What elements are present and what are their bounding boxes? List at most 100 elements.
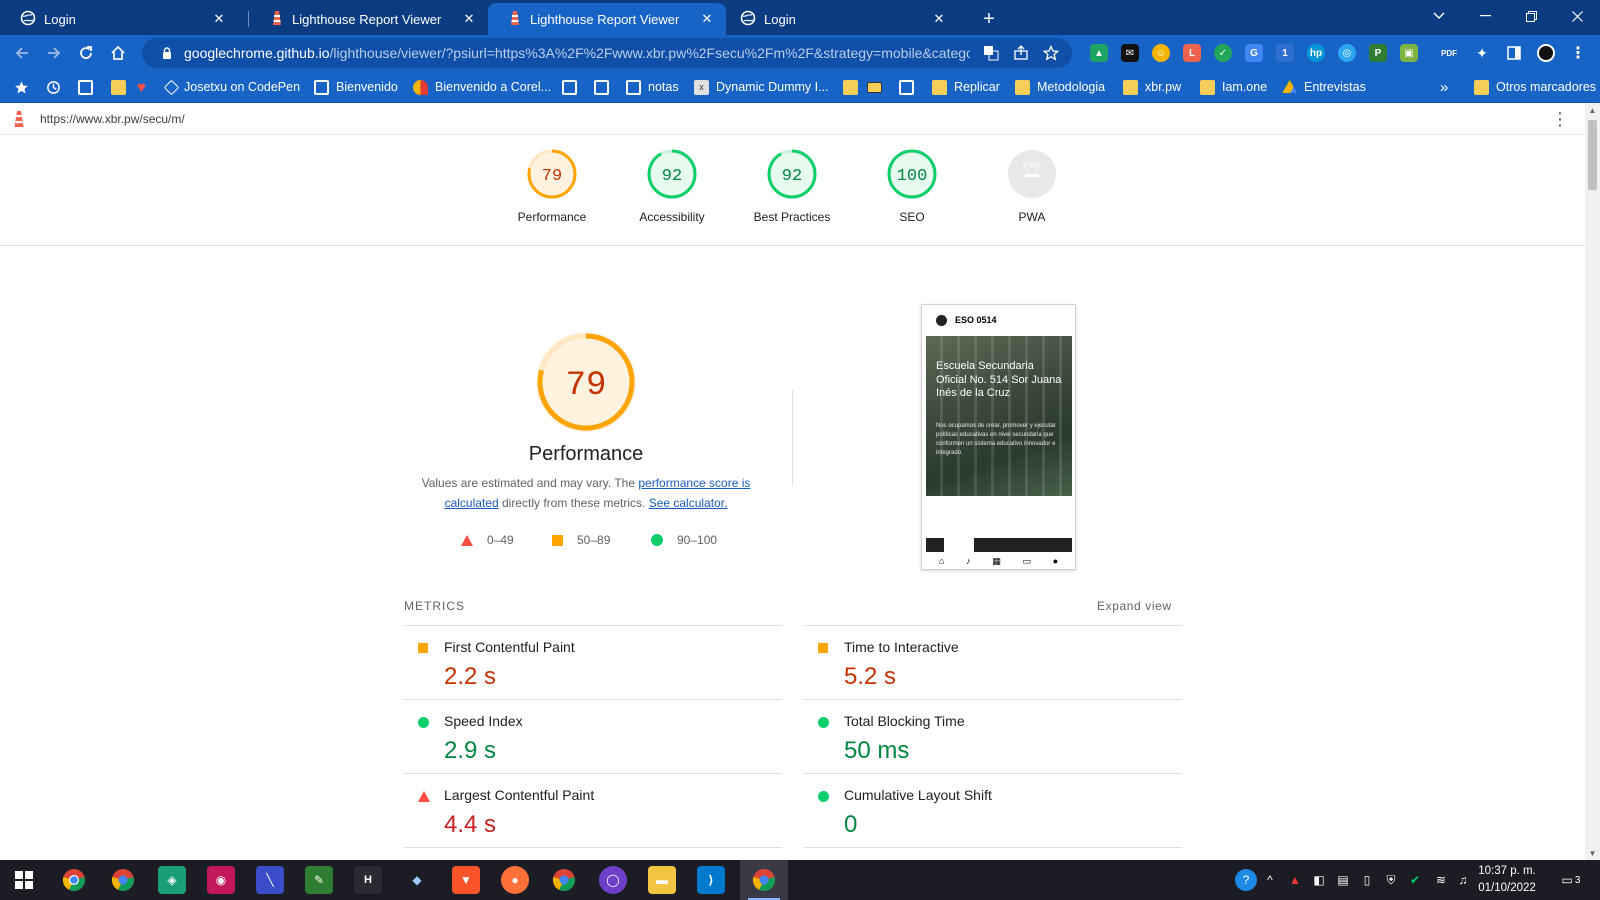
chrome-profile-app-icon[interactable] [109,866,137,894]
browser-tab-active[interactable]: Lighthouse Report Viewer ✕ [488,3,726,35]
side-panel-icon[interactable] [1505,44,1523,62]
counter-extension-icon[interactable]: 1 [1276,44,1294,62]
bookmark-folder-icon[interactable] [843,77,865,97]
app-icon[interactable]: ◈ [158,866,186,894]
gauge-seo[interactable]: 100 SEO [857,148,967,224]
bookmark-xbr[interactable]: xbr.pw [1123,77,1181,97]
report-url[interactable]: https://www.xbr.pw/secu/m/ [40,112,185,126]
app-icon[interactable]: ◆ [403,866,431,894]
bookmark-metodologia[interactable]: Metodologia [1015,77,1105,97]
scrollbar-thumb[interactable] [1588,120,1597,190]
notification-center-icon[interactable]: ▭ 3 [1558,871,1584,889]
new-tab-button[interactable]: + [976,6,1002,32]
gauge-performance[interactable]: 79 Performance [497,148,607,224]
final-screenshot[interactable]: ESO 0514 Escuela Secundaria Oficial No. … [921,304,1076,570]
translate-extension-icon[interactable]: G [1245,44,1263,62]
address-bar[interactable]: googlechrome.github.io /lighthouse/viewe… [142,38,1072,68]
see-calculator-link[interactable]: See calculator. [649,496,728,510]
app-icon[interactable]: ✎ [305,866,333,894]
gauge-pwa[interactable]: PWA PWA [977,148,1087,224]
expand-view-toggle[interactable]: Expand view [1097,599,1172,613]
tray-app-icon[interactable]: ▤ [1334,871,1352,889]
close-tab-icon[interactable]: ✕ [210,10,228,28]
minimize-icon[interactable] [1462,0,1508,32]
brave-app-icon[interactable]: ▼ [452,866,480,894]
gauge-accessibility[interactable]: 92 Accessibility [617,148,727,224]
translate-icon[interactable] [980,42,1002,64]
star-icon[interactable] [14,77,29,97]
bookmark-folder-icon[interactable] [111,77,133,97]
more-bookmarks-chevron[interactable]: » [1440,77,1448,97]
app-icon[interactable]: ◉ [207,866,235,894]
vscode-app-icon[interactable]: ⟩ [697,866,725,894]
app-icon[interactable]: H [354,866,382,894]
reload-icon[interactable] [72,39,100,67]
system-clock[interactable]: 10:37 p. m. 01/10/2022 [1467,863,1547,897]
scroll-down-arrow[interactable]: ▼ [1585,846,1600,860]
browser-tab[interactable]: Login ✕ [0,3,238,35]
page-scrollbar[interactable]: ▲ ▼ [1585,103,1600,860]
history-icon[interactable] [46,77,61,97]
report-menu-icon[interactable]: ⋮ [1550,109,1570,129]
firefox-app-icon[interactable]: ● [501,866,529,894]
app-icon[interactable]: ╲ [256,866,284,894]
cookie-extension-icon[interactable]: ☺ [1152,44,1170,62]
tray-app-icon[interactable]: ◧ [1310,871,1328,889]
bookmark-globe-icon[interactable] [899,77,921,97]
bookmark-globe-icon[interactable] [562,77,584,97]
drive-extension-icon[interactable]: ▲ [1090,44,1108,62]
hp-extension-icon[interactable]: hp [1307,44,1325,62]
scroll-up-arrow[interactable]: ▲ [1585,103,1600,117]
chrome-dev-app-icon[interactable] [550,866,578,894]
shield-tray-icon[interactable]: ✔ [1406,871,1424,889]
close-tab-icon[interactable]: ✕ [698,10,716,28]
bookmark-iamone[interactable]: Iam.one [1200,77,1267,97]
back-icon[interactable] [8,39,36,67]
shield-extension-icon[interactable]: ✓ [1214,44,1232,62]
bookmark-star-icon[interactable] [1040,42,1062,64]
lock-icon[interactable] [156,42,178,64]
browser-tab[interactable]: Login ✕ [720,3,958,35]
bookmark-globe-icon[interactable] [78,77,100,97]
puzzle-badge-extension-icon[interactable]: P [1369,44,1387,62]
restore-icon[interactable] [1508,0,1554,32]
bookmark-globe-icon[interactable] [594,77,616,97]
security-tray-icon[interactable]: ⛨ [1382,871,1400,889]
bookmark-dynamic-dummy[interactable]: x Dynamic Dummy I... [694,77,829,97]
tray-app-icon[interactable]: ▯ [1358,871,1376,889]
tab-search-icon[interactable] [1416,0,1462,32]
image-extension-icon[interactable]: ▣ [1400,44,1418,62]
file-explorer-icon[interactable]: ▬ [648,866,676,894]
forward-icon[interactable] [40,39,68,67]
bookmark-other[interactable]: Otros marcadores [1474,77,1596,97]
chrome-menu-icon[interactable]: ⋮ [1569,44,1587,62]
bookmark-bienvenido[interactable]: Bienvenido [314,77,398,97]
windows-start-icon[interactable] [10,866,38,894]
bookmark-corel[interactable]: Bienvenido a Corel... [413,77,551,97]
help-icon[interactable]: ? [1235,869,1257,891]
bookmark-notas[interactable]: notas [626,77,679,97]
bookmark-entrevistas[interactable]: Entrevistas [1282,77,1366,97]
close-tab-icon[interactable]: ✕ [930,10,948,28]
tray-app-icon[interactable]: ▲ [1286,871,1304,889]
mail-extension-icon[interactable]: ✉ [1121,44,1139,62]
github-app-icon[interactable]: ◯ [599,866,627,894]
browser-tab[interactable]: Lighthouse Report Viewer ✕ [250,3,488,35]
bookmark-codepen[interactable]: Josetxu on CodePen [163,77,300,97]
chrome-active-app-icon[interactable] [750,866,778,894]
chrome-app-icon[interactable] [60,866,88,894]
lighthouse-extension-icon[interactable]: L [1183,44,1201,62]
extensions-puzzle-icon[interactable]: ✦ [1473,44,1491,62]
bookmark-replicar[interactable]: Replicar [932,77,1000,97]
close-tab-icon[interactable]: ✕ [460,10,478,28]
close-window-icon[interactable] [1554,0,1600,32]
home-icon[interactable] [104,39,132,67]
tray-chevron-icon[interactable]: ^ [1262,871,1278,889]
heart-icon[interactable]: ♥ [134,77,156,97]
pdf-extension-icon[interactable]: PDF [1440,44,1458,62]
refresh-extension-icon[interactable]: ◎ [1338,44,1356,62]
gauge-best-practices[interactable]: 92 Best Practices [737,148,847,224]
briefcase-icon[interactable] [867,77,889,97]
profile-avatar[interactable] [1537,44,1555,62]
wifi-icon[interactable]: ≋ [1432,871,1450,889]
